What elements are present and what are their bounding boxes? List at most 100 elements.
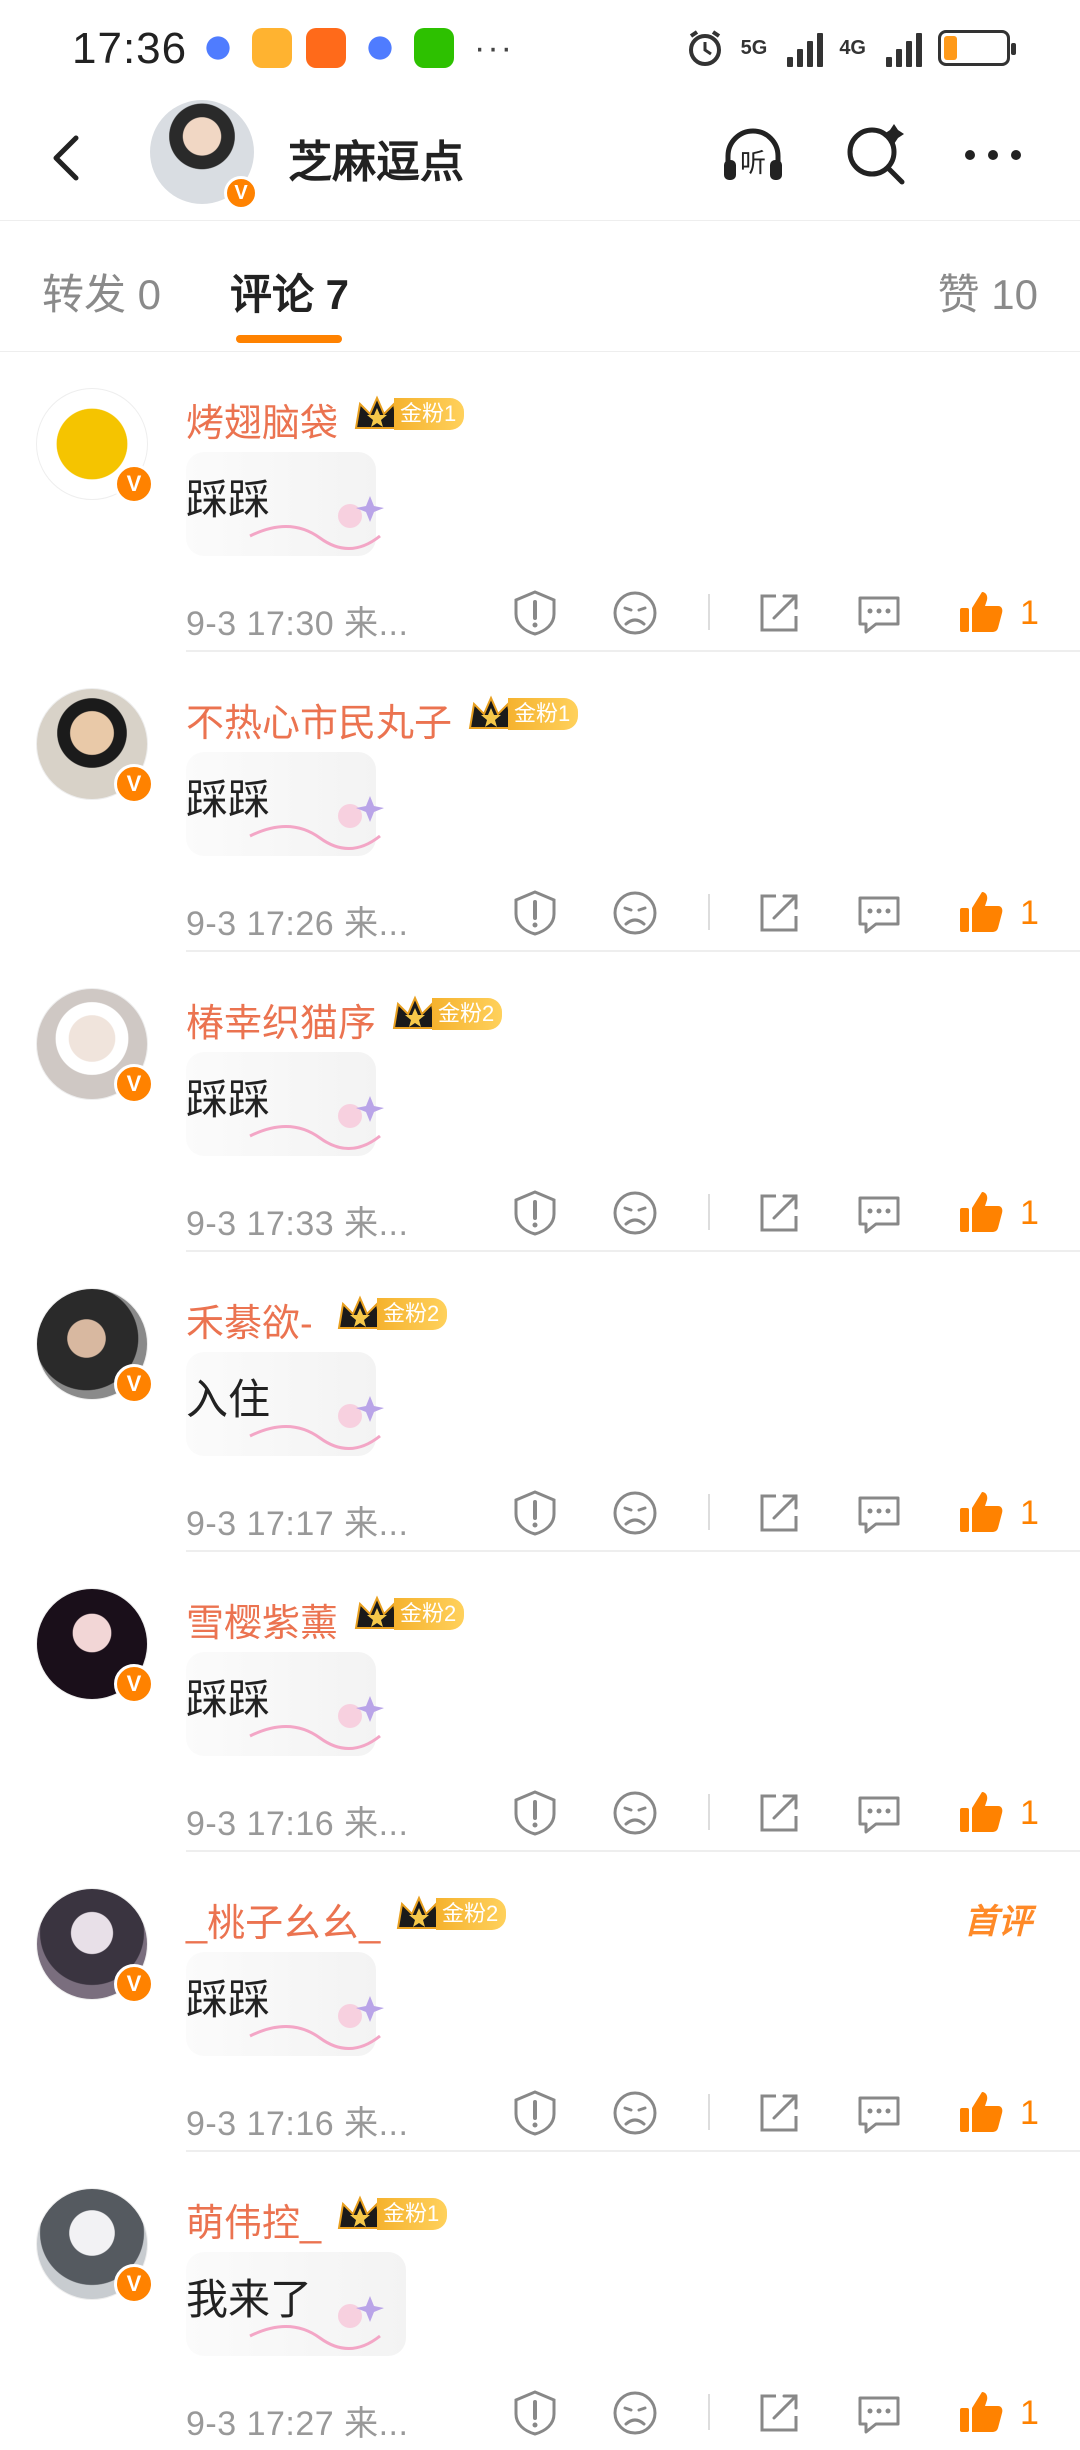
comment-actions: 1: [510, 1488, 1050, 1542]
reply-icon[interactable]: [854, 888, 904, 938]
like-icon[interactable]: [956, 888, 1006, 938]
share-icon[interactable]: [754, 588, 804, 638]
dislike-icon[interactable]: [610, 888, 660, 938]
author-name[interactable]: 芝麻逗点: [288, 126, 464, 190]
like-icon[interactable]: [956, 1488, 1006, 1538]
report-icon[interactable]: [510, 588, 560, 638]
report-icon[interactable]: [510, 1188, 560, 1238]
fan-level-label: 金粉2: [377, 1298, 448, 1330]
reply-icon[interactable]: [854, 2388, 904, 2438]
wechat-notification-icon: [414, 28, 454, 68]
like-icon[interactable]: [956, 1188, 1006, 1238]
action-divider: [708, 894, 710, 930]
comment-item: V 烤翅脑袋 金粉1 踩踩 9-3 17:30 来... 1: [0, 352, 1080, 652]
share-icon[interactable]: [754, 888, 804, 938]
alarm-icon: [688, 30, 721, 66]
share-icon[interactable]: [754, 1488, 804, 1538]
fan-level-badge[interactable]: 金粉1: [352, 394, 465, 434]
like-count: 1: [1020, 894, 1039, 932]
commenter-name[interactable]: 不热心市民丸子: [186, 692, 452, 747]
commenter-name[interactable]: 烤翅脑袋: [186, 392, 338, 447]
fan-level-badge[interactable]: 金粉2: [352, 1594, 465, 1634]
like-count: 1: [1020, 1194, 1039, 1232]
comment-item: V 禾綦欲- 金粉2 入住 9-3 17:17 来... 1: [0, 1252, 1080, 1552]
dislike-icon[interactable]: [610, 588, 660, 638]
bubble-decoration-icon: [249, 2296, 384, 2350]
battery-level: [944, 36, 957, 60]
listen-headphones-icon[interactable]: 听: [718, 120, 788, 190]
tab-comments[interactable]: 评论 7: [230, 261, 349, 322]
tab-likes[interactable]: 赞 10: [938, 261, 1038, 322]
dislike-icon[interactable]: [610, 2088, 660, 2138]
commenter-name[interactable]: 禾綦欲-: [186, 1292, 313, 1347]
weibo-notification-icon: [252, 28, 292, 68]
tab-repost[interactable]: 转发 0: [42, 261, 161, 322]
fan-level-label: 金粉2: [432, 998, 503, 1030]
signal-icon: [886, 29, 922, 67]
like-count: 1: [1020, 2094, 1039, 2132]
like-icon[interactable]: [956, 2088, 1006, 2138]
like-icon[interactable]: [956, 588, 1006, 638]
report-icon[interactable]: [510, 1488, 560, 1538]
app-notification-icon: [198, 28, 238, 68]
commenter-avatar[interactable]: V: [36, 1288, 154, 1404]
share-icon[interactable]: [754, 1188, 804, 1238]
comment-actions: 1: [510, 2088, 1050, 2142]
commenter-avatar[interactable]: V: [36, 1888, 154, 2004]
comment-time: 9-3 17:27 来...: [186, 2405, 409, 2443]
app-notification-icon: [360, 28, 400, 68]
dislike-icon[interactable]: [610, 1188, 660, 1238]
verified-badge-icon: V: [114, 2264, 154, 2304]
commenter-avatar[interactable]: V: [36, 388, 154, 504]
fan-level-badge[interactable]: 金粉2: [390, 994, 503, 1034]
dislike-icon[interactable]: [610, 1488, 660, 1538]
verified-badge-icon: V: [114, 1664, 154, 1704]
like-icon[interactable]: [956, 1788, 1006, 1838]
commenter-avatar[interactable]: V: [36, 2188, 154, 2304]
report-icon[interactable]: [510, 2088, 560, 2138]
action-divider: [708, 1194, 710, 1230]
fan-level-badge[interactable]: 金粉2: [335, 1294, 448, 1334]
reply-icon[interactable]: [854, 2088, 904, 2138]
author-avatar[interactable]: V: [150, 100, 258, 210]
verified-badge-icon: V: [114, 464, 154, 504]
commenter-avatar[interactable]: V: [36, 988, 154, 1104]
fan-level-badge[interactable]: 金粉2: [394, 1894, 507, 1934]
report-icon[interactable]: [510, 2388, 560, 2438]
fan-level-badge[interactable]: 金粉1: [466, 694, 579, 734]
bubble-decoration-icon: [249, 1096, 384, 1150]
back-arrow-icon[interactable]: [38, 128, 98, 188]
commenter-name[interactable]: _桃子幺幺_: [186, 1892, 380, 1947]
bubble-decoration-icon: [249, 1696, 384, 1750]
action-divider: [708, 1794, 710, 1830]
bubble-decoration-icon: [249, 1396, 384, 1450]
commenter-name[interactable]: 雪樱紫薰: [186, 1592, 338, 1647]
report-icon[interactable]: [510, 1788, 560, 1838]
more-options-icon[interactable]: [958, 120, 1028, 190]
comment-item: V 雪樱紫薰 金粉2 踩踩 9-3 17:16 来... 1: [0, 1552, 1080, 1852]
fan-level-label: 金粉1: [377, 2198, 448, 2230]
dislike-icon[interactable]: [610, 1788, 660, 1838]
commenter-avatar[interactable]: V: [36, 1588, 154, 1704]
tab-bar: 转发 0 评论 7 赞 10: [0, 220, 1080, 352]
fan-level-label: 金粉1: [508, 698, 579, 730]
comment-item: V _桃子幺幺_ 金粉2 首评 踩踩 9-3 17:16 来... 1: [0, 1852, 1080, 2152]
comment-time: 9-3 17:16 来...: [186, 2105, 409, 2143]
commenter-name[interactable]: 椿幸织猫序: [186, 992, 376, 1047]
share-icon[interactable]: [754, 2088, 804, 2138]
commenter-name[interactable]: 萌伟控_: [186, 2192, 321, 2247]
report-icon[interactable]: [510, 888, 560, 938]
status-time: 17:36: [72, 24, 188, 73]
like-icon[interactable]: [956, 2388, 1006, 2438]
fan-level-badge[interactable]: 金粉1: [335, 2194, 448, 2234]
commenter-avatar[interactable]: V: [36, 688, 154, 804]
reply-icon[interactable]: [854, 1788, 904, 1838]
action-divider: [708, 2394, 710, 2430]
search-icon[interactable]: [842, 120, 912, 190]
reply-icon[interactable]: [854, 588, 904, 638]
reply-icon[interactable]: [854, 1188, 904, 1238]
dislike-icon[interactable]: [610, 2388, 660, 2438]
share-icon[interactable]: [754, 2388, 804, 2438]
share-icon[interactable]: [754, 1788, 804, 1838]
reply-icon[interactable]: [854, 1488, 904, 1538]
